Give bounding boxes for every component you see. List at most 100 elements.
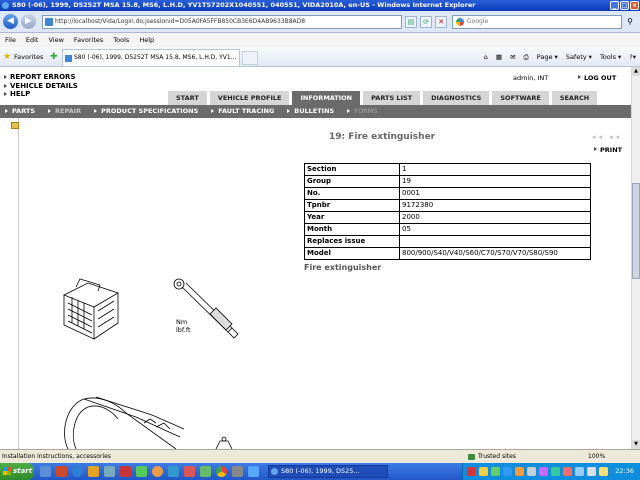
- tray-icon[interactable]: [515, 467, 524, 476]
- quicklaunch-app-icon[interactable]: [168, 466, 179, 477]
- unit-lbf-ft: lbf.ft: [176, 326, 191, 334]
- tray-icon[interactable]: [503, 467, 512, 476]
- tab-start[interactable]: START: [168, 91, 207, 105]
- info-value: 05: [399, 223, 591, 236]
- back-button[interactable]: ◀: [3, 14, 18, 29]
- search-icon[interactable]: ⚲: [624, 16, 636, 28]
- print-link[interactable]: PRINT: [594, 146, 622, 154]
- window-title-bar[interactable]: S80 (-06), 1999, D5252T MSA 15.8, MS6, L…: [0, 0, 640, 11]
- tab-parts-list[interactable]: PARTS LIST: [363, 91, 421, 105]
- menu-tools[interactable]: Tools: [113, 33, 129, 47]
- maximize-button[interactable]: □: [620, 1, 629, 10]
- quicklaunch-desktop-icon[interactable]: [40, 466, 51, 477]
- menu-view[interactable]: View: [48, 33, 63, 47]
- tray-icon[interactable]: [563, 467, 572, 476]
- feeds-icon[interactable]: ▦: [496, 51, 502, 63]
- help-menu[interactable]: ?▾: [629, 51, 636, 63]
- quicklaunch-ie-icon[interactable]: [72, 466, 83, 477]
- scroll-down-icon[interactable]: ▼: [632, 440, 640, 449]
- safety-menu[interactable]: Safety ▾: [566, 51, 592, 63]
- tab-software[interactable]: SOFTWARE: [492, 91, 549, 105]
- vehicle-details-link[interactable]: VEHICLE DETAILS: [4, 82, 78, 91]
- info-key: Replaces issue: [304, 235, 400, 248]
- scroll-thumb[interactable]: [632, 183, 640, 279]
- subnav-forms: FORMS: [342, 105, 385, 118]
- status-bar: Installation instructions, accessories T…: [0, 449, 640, 463]
- minimize-button[interactable]: _: [610, 1, 619, 10]
- mail-icon[interactable]: ✉: [510, 51, 515, 63]
- subnav-parts[interactable]: PARTS: [0, 105, 43, 118]
- url-input[interactable]: http://localhost/Vida/Login.do;jsessioni…: [42, 15, 402, 29]
- print-icon[interactable]: ⎙: [524, 51, 529, 63]
- scroll-up-icon[interactable]: ▲: [632, 67, 640, 76]
- tray-icon[interactable]: [479, 467, 488, 476]
- info-key: Tpnbr: [304, 199, 400, 212]
- page-icon: [65, 55, 72, 62]
- page-menu[interactable]: Page ▾: [537, 51, 558, 63]
- logout-link[interactable]: LOG OUT: [578, 74, 616, 82]
- quicklaunch-app-icon[interactable]: [200, 466, 211, 477]
- quicklaunch-folder-icon[interactable]: [88, 466, 99, 477]
- folder-icon[interactable]: [11, 122, 19, 129]
- start-button[interactable]: start: [0, 463, 34, 480]
- forward-button[interactable]: ▶: [21, 14, 36, 29]
- user-name: admin, INT: [513, 74, 549, 82]
- zoom-level[interactable]: 100%: [588, 450, 605, 464]
- tray-icon[interactable]: [527, 467, 536, 476]
- tray-icon[interactable]: [491, 467, 500, 476]
- tray-icon[interactable]: [467, 467, 476, 476]
- menu-help[interactable]: Help: [139, 33, 154, 47]
- main-tabs: START VEHICLE PROFILE INFORMATION PARTS …: [168, 91, 598, 105]
- vertical-scrollbar[interactable]: ▲ ▼: [631, 67, 640, 449]
- quicklaunch-app-icon[interactable]: [232, 466, 243, 477]
- subnav-fault-tracing[interactable]: FAULT TRACING: [206, 105, 282, 118]
- tab-diagnostics[interactable]: DIAGNOSTICS: [423, 91, 490, 105]
- tab-search[interactable]: SEARCH: [551, 91, 598, 105]
- info-value: 19: [399, 175, 591, 188]
- taskbar-app-ie[interactable]: S80 (-06), 1999, D525...: [268, 465, 388, 478]
- info-table: Section 1 Group 19 No. 0001 Tpnbr 9172380 Year 20…: [304, 163, 591, 260]
- tab-information[interactable]: INFORMATION: [292, 91, 361, 105]
- quicklaunch-app-icon[interactable]: [184, 466, 195, 477]
- compat-view-icon[interactable]: ▤: [405, 16, 417, 28]
- subnav-bulletins[interactable]: BULLETINS: [282, 105, 342, 118]
- quicklaunch-media-icon[interactable]: [56, 466, 67, 477]
- utility-links: REPORT ERRORS VEHICLE DETAILS HELP: [4, 73, 78, 99]
- security-zone[interactable]: Trusted sites: [466, 450, 516, 464]
- info-row: Month 05: [304, 223, 591, 236]
- tray-icon[interactable]: [599, 467, 608, 476]
- menu-edit[interactable]: Edit: [26, 33, 39, 47]
- quicklaunch-app-icon[interactable]: [120, 466, 131, 477]
- quicklaunch-firefox-icon[interactable]: [152, 466, 163, 477]
- new-tab-button[interactable]: [242, 51, 258, 65]
- subnav-repair[interactable]: REPAIR: [43, 105, 89, 118]
- tab-title: S80 (-06), 1999, D5252T MSA 15.8, MS6, L…: [74, 54, 237, 61]
- favorites-button[interactable]: ★ Favorites: [3, 51, 43, 63]
- tray-icon[interactable]: [551, 467, 560, 476]
- report-errors-link[interactable]: REPORT ERRORS: [4, 73, 78, 82]
- menu-favorites[interactable]: Favorites: [74, 33, 103, 47]
- browser-tab[interactable]: S80 (-06), 1999, D5252T MSA 15.8, MS6, L…: [62, 49, 240, 66]
- quicklaunch-app-icon[interactable]: [248, 466, 259, 477]
- network-icon[interactable]: [587, 467, 596, 476]
- volume-icon[interactable]: [575, 467, 584, 476]
- close-button[interactable]: x: [630, 1, 639, 10]
- menu-bar: File Edit View Favorites Tools Help: [0, 33, 640, 47]
- add-favorite-icon[interactable]: ✚: [50, 51, 60, 63]
- menu-file[interactable]: File: [5, 33, 16, 47]
- page-navigation[interactable]: ◂◂ ▸▸: [592, 133, 623, 141]
- search-input[interactable]: Google: [452, 15, 622, 29]
- system-tray: 22:36: [462, 463, 640, 480]
- help-link[interactable]: HELP: [4, 90, 78, 99]
- tab-vehicle-profile[interactable]: VEHICLE PROFILE: [209, 91, 290, 105]
- quicklaunch-chrome-icon[interactable]: [216, 466, 227, 477]
- stop-icon[interactable]: ✕: [435, 16, 447, 28]
- subnav-product-specifications[interactable]: PRODUCT SPECIFICATIONS: [89, 105, 206, 118]
- quicklaunch-app-icon[interactable]: [104, 466, 115, 477]
- refresh-icon[interactable]: ⟳: [420, 16, 432, 28]
- home-icon[interactable]: ⌂: [484, 51, 488, 63]
- tools-menu[interactable]: Tools ▾: [600, 51, 621, 63]
- info-key: Group: [304, 175, 400, 188]
- quicklaunch-app-icon[interactable]: [136, 466, 147, 477]
- tray-icon[interactable]: [539, 467, 548, 476]
